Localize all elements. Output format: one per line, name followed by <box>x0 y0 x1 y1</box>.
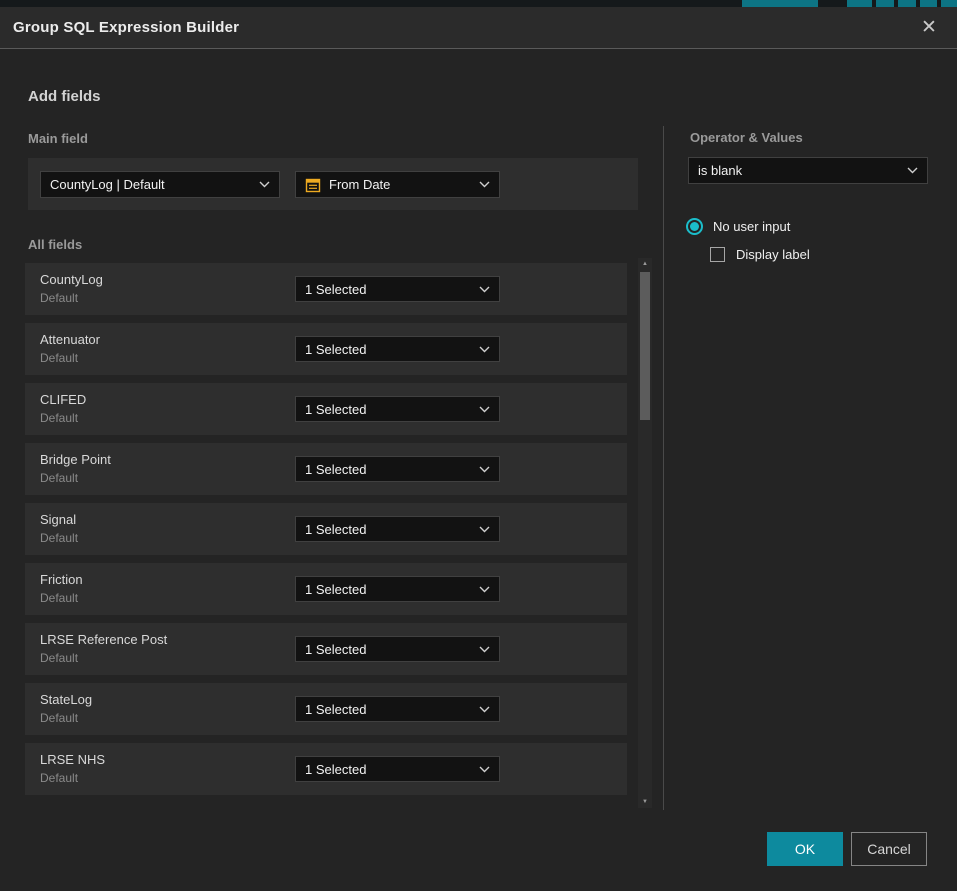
chevron-down-icon <box>479 706 490 713</box>
field-name: CLIFED <box>40 392 86 407</box>
dropdown-value: 1 Selected <box>305 402 473 417</box>
field-selected-dropdown[interactable]: 1 Selected <box>295 276 500 302</box>
no-user-input-radio[interactable]: No user input <box>686 218 790 235</box>
dropdown-value: CountyLog | Default <box>50 177 253 192</box>
field-sublabel: Default <box>40 291 78 305</box>
field-name: CountyLog <box>40 272 103 287</box>
field-row: CLIFED Default 1 Selected <box>25 383 627 435</box>
field-sublabel: Default <box>40 351 78 365</box>
scrollbar-thumb[interactable] <box>640 272 650 420</box>
scroll-up-icon[interactable]: ▲ <box>642 258 648 270</box>
chevron-down-icon <box>259 181 270 188</box>
operator-dropdown[interactable]: is blank <box>688 157 928 184</box>
close-icon: ✕ <box>921 16 937 39</box>
background-toolbar-fragment <box>941 0 957 7</box>
list-scrollbar[interactable]: ▲ ▼ <box>638 258 652 808</box>
field-selected-dropdown[interactable]: 1 Selected <box>295 576 500 602</box>
field-selected-dropdown[interactable]: 1 Selected <box>295 756 500 782</box>
field-name: Friction <box>40 572 83 587</box>
all-fields-label: All fields <box>28 237 82 252</box>
background-toolbar-fragment <box>847 0 872 7</box>
layer-select-dropdown[interactable]: CountyLog | Default <box>40 171 280 198</box>
checkbox-label: Display label <box>736 247 810 262</box>
field-selected-dropdown[interactable]: 1 Selected <box>295 696 500 722</box>
chevron-down-icon <box>479 286 490 293</box>
dialog-title: Group SQL Expression Builder <box>13 19 239 36</box>
chevron-down-icon <box>479 586 490 593</box>
dropdown-value: From Date <box>329 177 473 192</box>
chevron-down-icon <box>479 766 490 773</box>
field-sublabel: Default <box>40 531 78 545</box>
cancel-button[interactable]: Cancel <box>851 832 927 866</box>
field-sublabel: Default <box>40 771 78 785</box>
background-toolbar-fragment <box>742 0 818 7</box>
field-row: CountyLog Default 1 Selected <box>25 263 627 315</box>
background-app-strip <box>0 0 957 7</box>
field-row: Friction Default 1 Selected <box>25 563 627 615</box>
field-selected-dropdown[interactable]: 1 Selected <box>295 336 500 362</box>
field-name: StateLog <box>40 692 92 707</box>
operator-values-label: Operator & Values <box>690 130 803 145</box>
dropdown-value: 1 Selected <box>305 582 473 597</box>
field-sublabel: Default <box>40 711 78 725</box>
field-sublabel: Default <box>40 591 78 605</box>
field-selected-dropdown[interactable]: 1 Selected <box>295 396 500 422</box>
chevron-down-icon <box>479 526 490 533</box>
chevron-down-icon <box>479 181 490 188</box>
chevron-down-icon <box>907 167 918 174</box>
calendar-icon <box>305 177 321 193</box>
background-toolbar-fragment <box>876 0 894 7</box>
field-select-dropdown[interactable]: From Date <box>295 171 500 198</box>
dialog-titlebar: Group SQL Expression Builder ✕ <box>0 7 957 49</box>
background-toolbar-fragment <box>898 0 916 7</box>
field-row: Bridge Point Default 1 Selected <box>25 443 627 495</box>
close-button[interactable]: ✕ <box>912 7 946 48</box>
field-row: StateLog Default 1 Selected <box>25 683 627 735</box>
field-selected-dropdown[interactable]: 1 Selected <box>295 456 500 482</box>
field-sublabel: Default <box>40 471 78 485</box>
dropdown-value: 1 Selected <box>305 342 473 357</box>
ok-button[interactable]: OK <box>767 832 843 866</box>
main-field-label: Main field <box>28 131 88 146</box>
field-sublabel: Default <box>40 411 78 425</box>
radio-selected-icon <box>686 218 703 235</box>
background-toolbar-fragment <box>920 0 937 7</box>
field-row: Attenuator Default 1 Selected <box>25 323 627 375</box>
field-selected-dropdown[interactable]: 1 Selected <box>295 636 500 662</box>
field-name: Signal <box>40 512 76 527</box>
chevron-down-icon <box>479 346 490 353</box>
field-name: LRSE NHS <box>40 752 105 767</box>
checkbox-unchecked-icon <box>710 247 725 262</box>
field-selected-dropdown[interactable]: 1 Selected <box>295 516 500 542</box>
dropdown-value: 1 Selected <box>305 282 473 297</box>
chevron-down-icon <box>479 406 490 413</box>
field-row: LRSE Reference Post Default 1 Selected <box>25 623 627 675</box>
dropdown-value: is blank <box>698 163 901 178</box>
add-fields-heading: Add fields <box>28 88 101 105</box>
field-name: LRSE Reference Post <box>40 632 167 647</box>
dropdown-value: 1 Selected <box>305 462 473 477</box>
chevron-down-icon <box>479 466 490 473</box>
field-name: Bridge Point <box>40 452 111 467</box>
display-label-checkbox[interactable]: Display label <box>710 247 810 262</box>
field-row: Signal Default 1 Selected <box>25 503 627 555</box>
scroll-down-icon[interactable]: ▼ <box>642 796 648 808</box>
dropdown-value: 1 Selected <box>305 702 473 717</box>
chevron-down-icon <box>479 646 490 653</box>
field-name: Attenuator <box>40 332 100 347</box>
field-row: LRSE NHS Default 1 Selected <box>25 743 627 795</box>
dropdown-value: 1 Selected <box>305 762 473 777</box>
section-divider <box>663 126 664 810</box>
radio-label: No user input <box>713 219 790 234</box>
field-sublabel: Default <box>40 651 78 665</box>
dropdown-value: 1 Selected <box>305 642 473 657</box>
dropdown-value: 1 Selected <box>305 522 473 537</box>
main-field-panel: CountyLog | Default From Date <box>28 158 638 210</box>
